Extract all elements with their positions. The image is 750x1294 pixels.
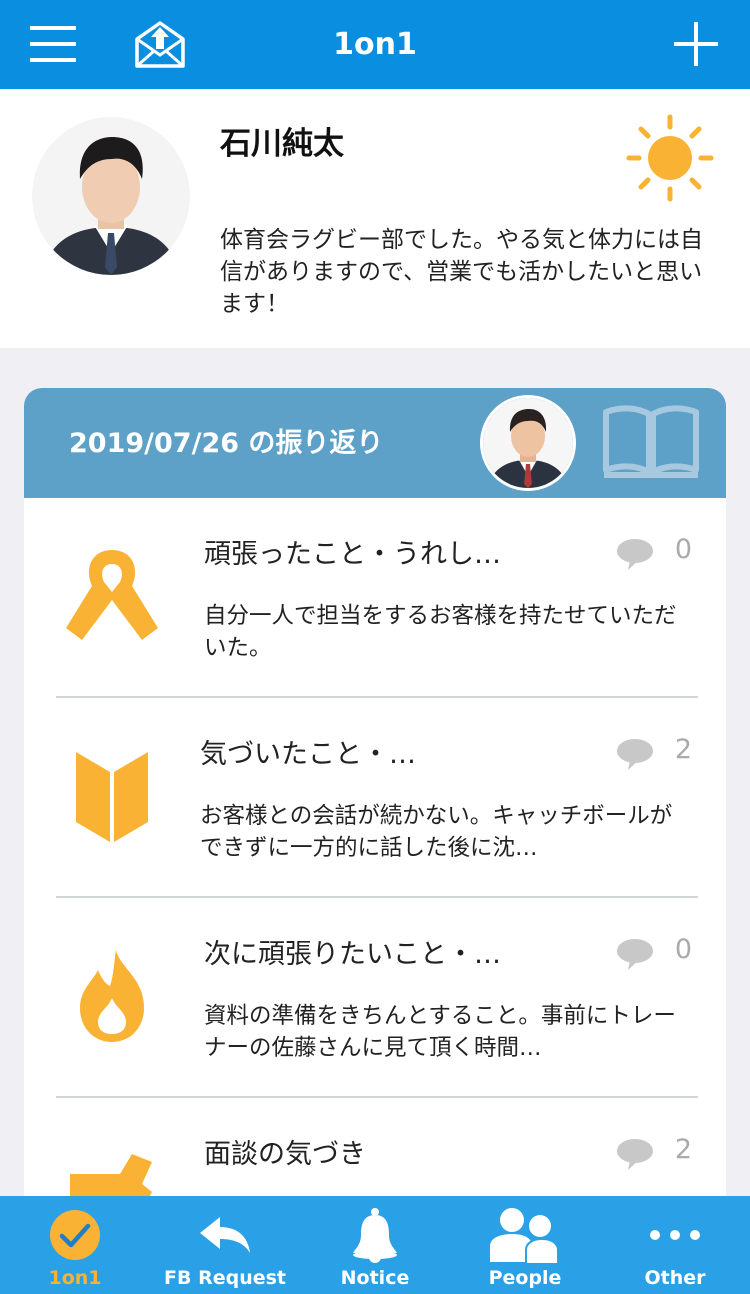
comment-bubble-icon — [617, 539, 653, 570]
tab-bar: 1on1 FB Request Notice People Other — [0, 1196, 750, 1294]
tab-label: 1on1 — [48, 1267, 102, 1289]
item-title: 頑張ったこと・うれし… — [204, 539, 501, 570]
navigation-bar: 1on1 — [0, 0, 750, 89]
comment-count-number: 0 — [674, 534, 692, 565]
tab-label: People — [488, 1267, 562, 1289]
review-card: 2019/07/26 の振り返り 頑張ったこと・うれし… 0 自分一人で担当をす… — [24, 388, 726, 1218]
user-bio: 体育会ラグビー部でした。やる気と体力には自信がありますので、営業でも活かしたいと… — [220, 227, 703, 317]
comment-count-number: 2 — [674, 1134, 692, 1165]
comment-count-number: 2 — [674, 734, 692, 765]
add-button[interactable] — [666, 14, 726, 74]
people-icon — [490, 1208, 559, 1264]
bell-icon — [353, 1208, 397, 1263]
tab-label: Notice — [340, 1267, 410, 1289]
comment-bubble-icon — [617, 1139, 653, 1170]
user-avatar[interactable] — [32, 117, 190, 275]
flame-icon — [62, 946, 162, 1046]
comment-bubble-icon — [617, 939, 653, 970]
tab-notice[interactable]: Notice — [300, 1196, 450, 1294]
page-title: 1on1 — [333, 27, 417, 62]
item-text: 自分一人で担当をするお客様を持たせていただいた。 — [204, 603, 677, 661]
hamburger-menu-icon — [30, 26, 76, 62]
beginner-mark-icon — [62, 746, 162, 846]
tab-fb-request[interactable]: FB Request — [150, 1196, 300, 1294]
item-text: お客様との会話が続かない。キャッチボールができずに一方的に話した後に沈… — [200, 803, 673, 861]
item-title: 面談の気づき — [204, 1139, 366, 1170]
comment-count-number: 0 — [674, 934, 692, 965]
comment-count[interactable]: 2 — [616, 1134, 692, 1170]
mail-upload-icon — [135, 21, 185, 68]
tab-other[interactable]: Other — [600, 1196, 750, 1294]
comment-count[interactable]: 2 — [616, 734, 692, 770]
item-text: 資料の準備をきちんとすること。事前にトレーナーの佐藤さんに見て頂く時間… — [204, 1003, 676, 1061]
ribbon-icon — [62, 546, 162, 646]
menu-button[interactable] — [22, 14, 84, 74]
item-title: 次に頑張りたいこと・… — [204, 939, 501, 970]
tab-people[interactable]: People — [450, 1196, 600, 1294]
plus-icon — [674, 22, 718, 66]
user-name: 石川純太 — [220, 126, 344, 162]
comment-count[interactable]: 0 — [616, 934, 692, 970]
open-book-icon[interactable] — [602, 404, 700, 484]
check-circle-icon — [50, 1210, 100, 1260]
list-item[interactable]: 気づいたこと・… 2 お客様との会話が続かない。キャッチボールができずに一方的に… — [24, 698, 726, 898]
review-title: 2019/07/26 の振り返り — [69, 428, 384, 459]
sun-icon — [625, 113, 715, 207]
tab-1on1[interactable]: 1on1 — [0, 1196, 150, 1294]
list-item[interactable]: 次に頑張りたいこと・… 0 資料の準備をきちんとすること。事前にトレーナーの佐藤… — [24, 898, 726, 1098]
ellipsis-icon — [650, 1230, 700, 1240]
reviewer-avatar[interactable] — [480, 395, 576, 491]
tab-label: FB Request — [164, 1267, 286, 1289]
tab-label: Other — [644, 1267, 706, 1289]
review-card-header: 2019/07/26 の振り返り — [24, 388, 726, 498]
comment-count[interactable]: 0 — [616, 534, 692, 570]
item-title: 気づいたこと・… — [200, 739, 416, 770]
send-mail-button[interactable] — [128, 14, 192, 74]
reply-arrow-icon — [200, 1217, 250, 1253]
comment-bubble-icon — [617, 739, 653, 770]
list-item[interactable]: 頑張ったこと・うれし… 0 自分一人で担当をするお客様を持たせていただいた。 — [24, 498, 726, 698]
